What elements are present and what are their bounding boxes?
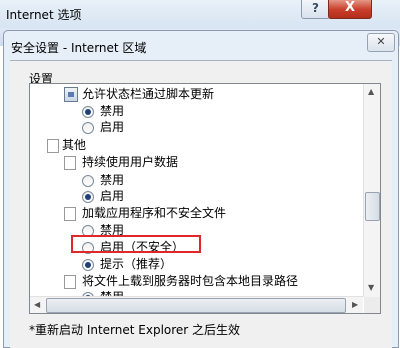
folder-icon <box>47 139 59 153</box>
horizontal-scrollbar[interactable]: ◀ ▶ <box>30 296 363 313</box>
option-label: 禁用 <box>100 104 125 118</box>
scroll-up-arrow-icon[interactable]: ▲ <box>368 88 374 96</box>
setting-label: 允许状态栏通过脚本更新 <box>82 87 215 101</box>
option-label: 启用 <box>100 189 125 203</box>
scroll-right-arrow-icon[interactable]: ▶ <box>352 301 358 309</box>
dialog-title: 安全设置 - Internet 区域 <box>11 41 147 55</box>
scrollbar-corner <box>364 297 380 313</box>
close-icon: ✕ <box>376 35 386 48</box>
radio-icon[interactable] <box>82 259 94 271</box>
radio-icon[interactable] <box>82 191 94 203</box>
outer-window-title: Internet 选项 <box>6 8 82 22</box>
option-label: 启用 <box>100 120 125 134</box>
radio-icon[interactable] <box>82 122 94 134</box>
option-label: 提示（推荐） <box>100 257 173 271</box>
folder-icon <box>64 275 76 289</box>
group-label: 其他 <box>62 138 87 152</box>
scroll-down-arrow-icon[interactable]: ▼ <box>368 284 374 292</box>
vertical-scroll-thumb[interactable] <box>365 192 380 221</box>
setting-label: 持续使用用户数据 <box>82 155 179 169</box>
horizontal-scroll-thumb[interactable] <box>46 298 346 313</box>
script-icon <box>64 87 78 102</box>
folder-icon <box>64 156 76 170</box>
annotation-highlight-box <box>71 235 201 253</box>
radio-icon[interactable] <box>82 175 94 187</box>
scroll-left-arrow-icon[interactable]: ◀ <box>34 301 40 309</box>
outer-close-button[interactable]: X <box>328 0 372 19</box>
help-icon: ? <box>312 1 319 15</box>
vertical-scrollbar[interactable]: ▲ ▼ <box>363 84 380 297</box>
settings-list[interactable]: 允许状态栏通过脚本更新 禁用 启用 其他 持续使用用户数据 禁用 启用 加载应用… <box>29 83 381 314</box>
radio-icon[interactable] <box>82 106 94 118</box>
setting-label: 加载应用程序和不安全文件 <box>82 206 227 220</box>
help-button[interactable]: ? <box>301 0 330 19</box>
dialog-close-button[interactable]: ✕ <box>367 33 395 52</box>
close-icon: X <box>344 0 356 15</box>
setting-label: 将文件上载到服务器时包含本地目录路径 <box>82 274 299 288</box>
restart-note: *重新启动 Internet Explorer 之后生效 <box>29 323 241 337</box>
folder-icon <box>64 207 76 221</box>
option-label: 禁用 <box>100 173 125 187</box>
